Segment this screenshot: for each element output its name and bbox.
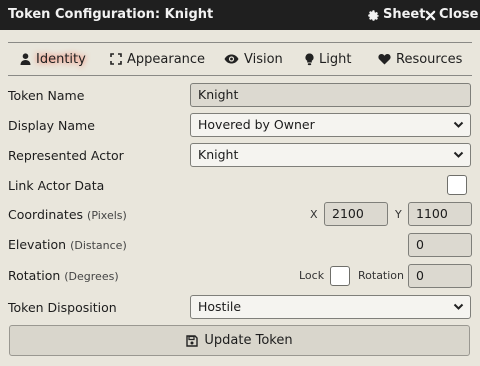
heart-icon	[378, 54, 391, 65]
token-name-input[interactable]: Knight	[190, 83, 471, 107]
close-button[interactable]: Close	[425, 0, 478, 30]
rotation-input[interactable]: 0	[408, 264, 472, 288]
display-name-label: Display Name	[8, 118, 95, 133]
chevron-down-icon	[453, 151, 464, 158]
represented-actor-select[interactable]: Knight	[190, 143, 471, 167]
coordinate-x-label: X	[310, 208, 318, 221]
represented-actor-value: Knight	[198, 147, 239, 162]
close-label: Close	[439, 7, 479, 22]
window-titlebar[interactable]: Token Configuration: Knight Sheet Close	[0, 0, 480, 30]
coordinates-hint: (Pixels)	[87, 209, 127, 222]
elevation-input[interactable]: 0	[408, 233, 472, 257]
elevation-label-text: Elevation	[8, 237, 67, 252]
token-config-window: Token Configuration: Knight Sheet Close …	[0, 0, 480, 366]
token-disposition-select[interactable]: Hostile	[190, 295, 471, 319]
chevron-down-icon	[453, 303, 464, 310]
coordinate-y-label: Y	[395, 208, 402, 221]
sheet-button[interactable]: Sheet	[367, 0, 425, 30]
update-token-label: Update Token	[204, 333, 293, 348]
rotation-field-label: Rotation	[358, 269, 405, 282]
represented-actor-label: Represented Actor	[8, 148, 124, 163]
gear-icon	[368, 9, 379, 21]
rotation-label-text: Rotation	[8, 268, 61, 283]
tab-nav: Identity Appearance Vision Light Resourc…	[8, 42, 472, 76]
eye-icon	[224, 54, 239, 64]
elevation-hint: (Distance)	[70, 239, 127, 252]
tab-resources[interactable]: Resources	[378, 43, 462, 75]
coordinates-label: Coordinates (Pixels)	[8, 207, 127, 222]
link-actor-data-label: Link Actor Data	[8, 178, 105, 193]
sheet-label: Sheet	[383, 7, 426, 22]
tab-appearance-label: Appearance	[127, 51, 206, 67]
expand-icon	[110, 53, 122, 65]
rotation-label: Rotation (Degrees)	[8, 268, 119, 283]
token-disposition-value: Hostile	[198, 299, 242, 314]
tab-light-label: Light	[319, 51, 352, 67]
coordinate-y-input[interactable]: 1100	[408, 202, 472, 226]
window-title: Token Configuration: Knight	[8, 7, 214, 22]
link-actor-data-checkbox[interactable]	[447, 175, 467, 195]
token-name-label: Token Name	[8, 88, 85, 103]
coordinates-label-text: Coordinates	[8, 207, 84, 222]
tab-identity-label: Identity	[36, 51, 86, 67]
user-icon	[20, 53, 31, 65]
chevron-down-icon	[453, 121, 464, 128]
tab-identity[interactable]: Identity	[20, 43, 86, 75]
rotation-hint: (Degrees)	[64, 270, 119, 283]
coordinate-x-input[interactable]: 2100	[324, 202, 388, 226]
lock-label: Lock	[299, 269, 325, 282]
update-token-button[interactable]: Update Token	[9, 325, 470, 356]
display-name-select[interactable]: Hovered by Owner	[190, 113, 471, 137]
tab-light[interactable]: Light	[305, 43, 351, 75]
tab-vision[interactable]: Vision	[224, 43, 283, 75]
tab-appearance[interactable]: Appearance	[110, 43, 205, 75]
elevation-label: Elevation (Distance)	[8, 237, 127, 252]
lightbulb-icon	[305, 52, 314, 65]
display-name-value: Hovered by Owner	[198, 117, 315, 132]
save-icon	[186, 334, 199, 347]
tab-vision-label: Vision	[244, 51, 283, 67]
close-icon	[425, 10, 436, 20]
lock-rotation-checkbox[interactable]	[330, 266, 350, 286]
tab-resources-label: Resources	[396, 51, 463, 67]
token-disposition-label: Token Disposition	[8, 300, 117, 315]
